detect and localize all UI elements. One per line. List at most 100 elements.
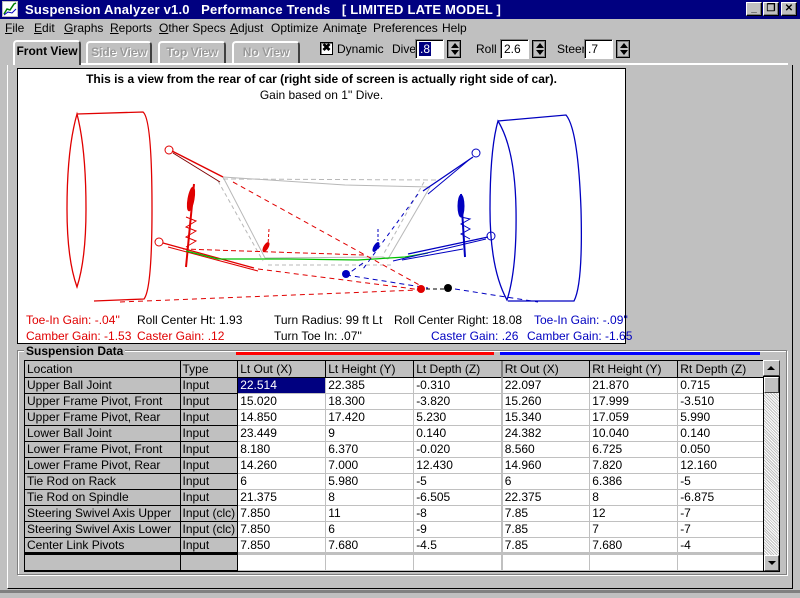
data-cell[interactable]: -6.505 [413,489,503,506]
data-cell-blank[interactable] [325,553,415,571]
menu-optimize[interactable]: Optimize [271,21,318,35]
scroll-up-button[interactable] [763,360,780,376]
data-cell[interactable]: 7.680 [589,537,679,555]
data-cell[interactable]: -7 [677,521,767,538]
menu-graphs[interactable]: Graphs [64,21,103,35]
roll-spinner[interactable] [532,40,546,58]
data-cell[interactable]: 7.850 [237,537,327,555]
tab-side-view[interactable]: Side View [86,41,152,63]
menu-other-specs[interactable]: Other Specs [159,21,226,35]
data-cell[interactable]: -5 [413,473,503,490]
column-header[interactable]: Rt Out (X) [500,361,591,378]
data-cell[interactable]: -3.820 [413,393,503,410]
data-cell[interactable]: 17.059 [589,409,679,426]
data-cell[interactable]: 9 [325,425,415,442]
column-header[interactable]: Lt Height (Y) [325,361,415,378]
data-cell[interactable]: 22.097 [500,377,591,394]
steer-input[interactable]: .7 [584,39,613,59]
data-cell[interactable]: -7 [677,505,767,522]
data-cell[interactable]: 7.85 [500,521,591,538]
data-cell[interactable]: 6 [325,521,415,538]
data-cell-blank[interactable] [589,553,679,571]
data-cell[interactable]: 5.980 [325,473,415,490]
dive-spinner[interactable] [447,40,461,58]
data-cell[interactable]: 8.180 [237,441,327,458]
data-cell[interactable]: 7 [589,521,679,538]
menu-adjust[interactable]: Adjust [230,21,263,35]
suspension-data-grid[interactable]: Location Type Lt Out (X) Lt Height (Y) Lt De… [24,360,768,572]
data-cell-blank[interactable] [237,553,327,571]
data-cell[interactable]: -0.020 [413,441,503,458]
data-cell[interactable]: -3.510 [677,393,767,410]
column-header[interactable]: Lt Out (X) [237,361,327,378]
data-cell[interactable]: 14.960 [500,457,591,474]
data-cell[interactable]: 6 [500,473,591,490]
data-cell[interactable]: 7.85 [500,505,591,522]
data-cell[interactable]: 5.990 [677,409,767,426]
data-cell[interactable]: 11 [325,505,415,522]
menu-edit[interactable]: Edit [34,21,55,35]
data-cell-blank[interactable] [500,553,591,571]
data-cell[interactable]: 14.850 [237,409,327,426]
data-cell[interactable]: 18.300 [325,393,415,410]
data-cell[interactable]: -4 [677,537,767,555]
tab-top-view[interactable]: Top View [158,41,226,63]
column-header[interactable]: Rt Depth (Z) [677,361,767,378]
data-cell[interactable]: 7.850 [237,521,327,538]
data-cell[interactable]: 6.386 [589,473,679,490]
close-button[interactable]: ✕ [781,2,797,16]
menu-preferences[interactable]: Preferences [373,21,438,35]
data-cell[interactable]: 0.050 [677,441,767,458]
data-cell[interactable]: -0.310 [413,377,503,394]
column-header[interactable]: Rt Height (Y) [589,361,679,378]
data-cell[interactable]: 15.340 [500,409,591,426]
data-cell[interactable]: 7.680 [325,537,415,555]
restore-button[interactable]: ❐ [763,2,779,16]
data-cell[interactable]: 0.715 [677,377,767,394]
data-cell[interactable]: 15.260 [500,393,591,410]
dive-input[interactable]: .8 [415,39,444,59]
data-cell[interactable]: 22.514 [237,377,327,394]
data-cell[interactable]: 8.560 [500,441,591,458]
data-cell[interactable]: 7.85 [500,537,591,555]
data-cell[interactable]: 22.375 [500,489,591,506]
data-cell[interactable]: -4.5 [413,537,503,555]
data-cell[interactable]: 21.870 [589,377,679,394]
data-cell[interactable]: -6.875 [677,489,767,506]
data-cell[interactable]: 6.370 [325,441,415,458]
data-cell[interactable]: 5.230 [413,409,503,426]
data-cell[interactable]: 17.999 [589,393,679,410]
vertical-scrollbar[interactable] [763,376,780,572]
data-cell[interactable]: 24.382 [500,425,591,442]
data-cell[interactable]: -8 [413,505,503,522]
data-cell[interactable]: 6 [237,473,327,490]
data-cell[interactable]: -5 [677,473,767,490]
data-cell-blank[interactable] [413,553,503,571]
data-cell[interactable]: 6.725 [589,441,679,458]
column-header[interactable]: Type [180,361,239,378]
data-cell[interactable]: 10.040 [589,425,679,442]
data-cell[interactable]: 21.375 [237,489,327,506]
data-cell[interactable]: 12.160 [677,457,767,474]
data-cell[interactable]: 22.385 [325,377,415,394]
data-cell[interactable]: 8 [589,489,679,506]
data-cell[interactable]: 7.000 [325,457,415,474]
dynamic-checkbox[interactable]: ✖ [320,42,333,55]
data-cell[interactable]: -9 [413,521,503,538]
minimize-button[interactable]: _ [746,2,762,16]
steer-spinner[interactable] [616,40,630,58]
data-cell-blank[interactable] [677,553,767,571]
menu-reports[interactable]: Reports [110,21,152,35]
scroll-thumb[interactable] [764,377,779,393]
menu-animate[interactable]: Animate [323,21,367,35]
data-cell[interactable]: 0.140 [677,425,767,442]
data-cell[interactable]: 12 [589,505,679,522]
tab-no-view[interactable]: No View [232,41,300,63]
data-cell[interactable]: 17.420 [325,409,415,426]
data-cell[interactable]: 0.140 [413,425,503,442]
data-cell[interactable]: 7.850 [237,505,327,522]
data-cell[interactable]: 23.449 [237,425,327,442]
menu-file[interactable]: File [5,21,24,35]
data-cell[interactable]: 12.430 [413,457,503,474]
menu-help[interactable]: Help [442,21,467,35]
